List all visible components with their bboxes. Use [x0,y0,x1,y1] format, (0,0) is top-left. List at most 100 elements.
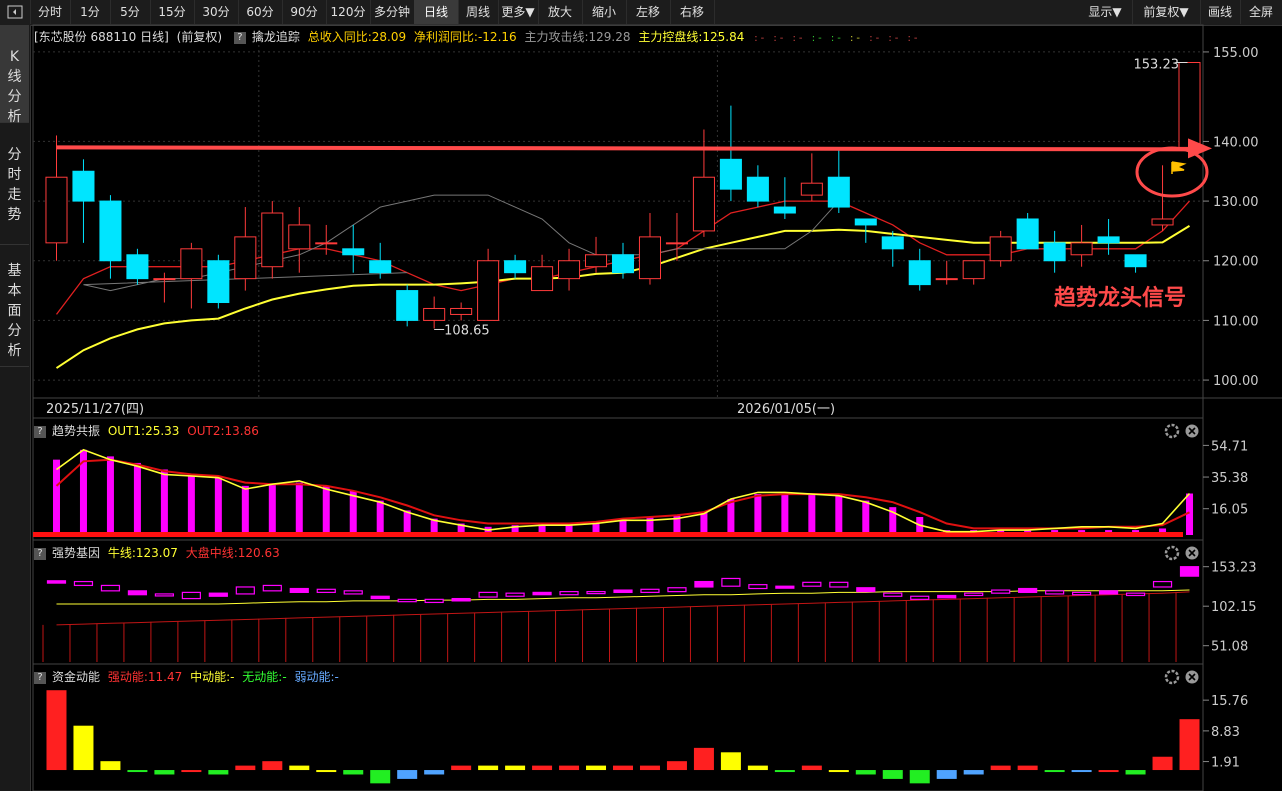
candle-body [45,176,68,244]
candle-body [234,236,257,280]
panel2-title: ? 趋势共振 OUT1:25.33 OUT2:13.86 [34,423,259,439]
candle-body [611,254,635,274]
gene-box [694,580,714,588]
candle-body [1097,236,1120,244]
panel3-bull: 牛线:123.07 [107,546,178,560]
candle-body [99,200,122,262]
candle-body [989,236,1012,262]
panel4-mid: 中动能:- [190,670,235,684]
candle-body [719,158,742,190]
candle-body [827,176,850,208]
gene-box [559,591,579,596]
momentum-bar [1044,770,1065,773]
momentum-bar [747,765,768,771]
gene-box [748,584,768,590]
candle-body [1070,242,1093,256]
y-tick-label: 110.00 [1213,314,1259,329]
candle-body [1178,61,1201,148]
bar-mark [268,484,276,535]
y-tick-label: 1.91 [1211,756,1240,771]
help-icon[interactable]: ? [34,547,46,560]
candle-body [1016,218,1039,250]
momentum-bar [1071,770,1092,773]
candle-body [881,236,904,250]
candle-body [746,176,769,202]
candle-body [692,176,715,232]
y-tick-label: 54.71 [1211,439,1248,454]
y-tick-label: 153.23 [1211,561,1257,576]
gene-box [46,580,67,584]
candle-body [908,260,931,286]
bar-mark [322,485,330,535]
gene-box [289,587,309,593]
momentum-bar [963,770,984,775]
momentum-bar [1098,770,1119,773]
gene-box [370,595,390,600]
date-label-mid: 2026/01/05(一) [737,402,835,417]
candle-body [1151,218,1174,226]
momentum-bar [208,770,229,775]
gene-box [1072,591,1092,596]
candle-body [126,254,149,280]
bar-mark [241,485,249,535]
date-label-left: 2025/11/27(四) [46,402,144,417]
bar-mark [349,490,357,535]
candle-body [180,248,203,280]
gene-box [316,588,336,593]
momentum-bar [774,770,795,773]
momentum-bar [127,770,148,773]
candle-body [935,278,958,281]
gene-box [478,591,498,598]
gene-box [73,580,94,587]
momentum-bar [316,770,337,773]
gene-box [451,597,471,602]
candle-body [800,182,823,196]
gene-box [640,588,660,593]
bar-mark [295,482,303,535]
signal-annotation: 趋势龙头信号 [1054,285,1186,311]
gene-box [532,591,552,596]
momentum-bar [559,765,580,771]
candle-body [369,260,392,274]
gene-box [883,592,903,597]
bar-mark [808,494,816,535]
momentum-bar [720,752,741,771]
gene-box [1045,590,1065,595]
y-tick-label: 15.76 [1211,694,1248,709]
gene-box [964,592,984,597]
candle-body [585,254,608,268]
gear-icon [1164,545,1180,561]
control-line: 主力控盘线:125.84 [638,30,745,44]
panel3-name: 强势基因 [52,546,101,560]
gene-box [856,587,876,593]
momentum-bar [154,770,175,775]
y-tick-label: 35.38 [1211,471,1248,486]
momentum-bar [801,765,822,771]
main-panel-title: [东芯股份 688110 日线] (前复权) ? 擒龙追踪 总收入同比:28.09… [34,29,920,45]
gene-box [505,592,525,597]
bar-mark [187,474,195,535]
candle-body [665,242,688,245]
bar-mark [754,494,762,535]
gene-box [802,581,822,587]
revenue-growth: 总收入同比:28.09 [307,30,407,44]
help-icon[interactable]: ? [34,425,46,438]
candle-body [207,260,230,304]
gene-box [937,594,957,599]
candle-body [504,260,527,274]
bar-mark [862,500,870,535]
help-icon[interactable]: ? [233,31,246,44]
bar-mark [214,476,222,535]
help-icon[interactable]: ? [34,671,46,684]
gene-box [1098,590,1119,595]
gear-icon [1164,669,1180,685]
momentum-bar [828,770,849,773]
gene-box [1179,566,1200,577]
panel4-weak: 弱动能:- [294,670,339,684]
candle-body [72,170,95,202]
panel2-name: 趋势共振 [52,424,101,438]
gene-box [1018,587,1038,593]
candle-body [962,260,985,280]
bar-mark [106,456,114,535]
candle-body [450,307,473,315]
